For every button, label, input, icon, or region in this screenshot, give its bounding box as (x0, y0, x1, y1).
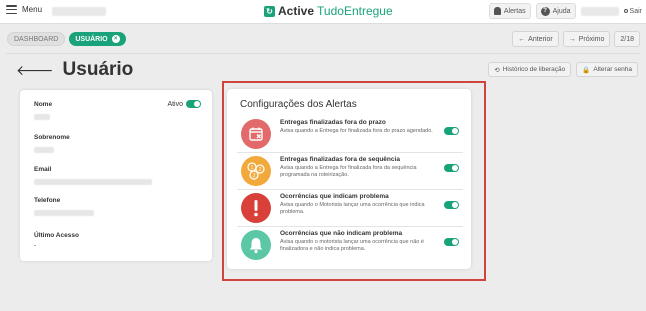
alerts-settings-card: Configurações dos Alertas Entregas final… (227, 89, 471, 269)
bell-icon (493, 7, 501, 15)
breadcrumb: DASHBOARD USUÁRIO × (7, 32, 126, 46)
field-value-sobrenome (34, 147, 54, 153)
active-toggle[interactable] (186, 100, 201, 108)
record-pager: ← Anterior → Próximo 2/18 (512, 31, 640, 47)
field-value-telefone (34, 210, 94, 216)
field-value-email (34, 179, 152, 185)
alerts-title: Configurações dos Alertas (240, 99, 357, 110)
alert-description: Avisa quando a Entrega for finalizada fo… (280, 128, 433, 134)
field-label-telefone: Telefone (34, 197, 61, 204)
logout-label: Sair (629, 7, 642, 15)
question-icon: ? (540, 6, 550, 16)
alert-item-late-delivery: Entregas finalizadas fora do prazo Avisa… (237, 116, 463, 153)
divider (6, 53, 640, 54)
calendar-x-icon (241, 119, 271, 149)
alert-item-non-problem-occurrence: Ocorrências que não indicam problema Avi… (237, 227, 463, 264)
active-label: Ativo (167, 100, 183, 108)
alert-item-out-of-sequence: 123 Entregas finalizadas fora de sequênc… (237, 153, 463, 190)
field-label-sobrenome: Sobrenome (34, 134, 70, 141)
alerts-button[interactable]: Alertas (488, 3, 531, 19)
back-arrow-icon[interactable]: 🡐 (16, 62, 54, 79)
close-icon[interactable]: × (111, 35, 120, 43)
history-button[interactable]: ⟲ Histórico de liberação (488, 62, 572, 77)
exclamation-icon (241, 193, 271, 223)
logout-button[interactable]: Sair (623, 7, 642, 15)
svg-text:3: 3 (253, 173, 256, 179)
field-label-ultimo-acesso: Último Acesso (34, 232, 79, 239)
arrow-right-icon: → (568, 35, 576, 43)
alert-title: Ocorrências que indicam problema (280, 193, 389, 200)
history-icon: ⟲ (494, 66, 500, 74)
active-switch[interactable]: Ativo (167, 100, 201, 108)
alert-item-problem-occurrence: Ocorrências que indicam problema Avisa q… (237, 190, 463, 227)
tab-dashboard-label: DASHBOARD (14, 35, 59, 43)
field-value-nome (34, 114, 50, 120)
arrow-left-icon: ← (518, 35, 526, 43)
change-password-label: Alterar senha (593, 66, 632, 73)
history-label: Histórico de liberação (502, 66, 566, 73)
brand-name-light: TudoEntregue (317, 4, 393, 18)
tab-dashboard[interactable]: DASHBOARD (7, 32, 66, 46)
alert-title: Ocorrências que não indicam problema (280, 230, 403, 237)
help-label: Ajuda (552, 7, 571, 15)
alert-toggle-late-delivery[interactable] (444, 127, 459, 135)
next-button[interactable]: → Próximo (562, 31, 611, 47)
brand-name-bold: Active (278, 4, 315, 18)
alert-description: Avisa quando o Motorista lançar uma ocor… (280, 202, 425, 215)
alert-title: Entregas finalizadas fora de sequência (280, 156, 400, 163)
page-counter: 2/18 (614, 31, 640, 47)
previous-button[interactable]: ← Anterior (512, 31, 559, 47)
svg-text:1: 1 (251, 165, 254, 171)
blurred-username (580, 6, 619, 16)
logout-icon (623, 9, 628, 13)
help-button[interactable]: ? Ajuda (535, 3, 576, 19)
menu-button[interactable]: Menu (6, 5, 42, 14)
change-password-button[interactable]: 🔒 Alterar senha (576, 62, 638, 77)
bell-icon (241, 230, 271, 260)
alert-description: Avisa quando o motorista lançar uma ocor… (280, 239, 424, 252)
brand-mark-icon: ↻ (264, 5, 275, 17)
field-label-email: Email (34, 166, 52, 173)
alert-toggle-out-of-sequence[interactable] (444, 164, 459, 172)
top-bar: Menu ↻ Active TudoEntregue Alertas ? Aju… (0, 0, 646, 24)
user-details-card: Nome Ativo Sobrenome Email Telefone Últi… (20, 90, 212, 261)
tab-usuario[interactable]: USUÁRIO × (69, 32, 126, 46)
svg-text:2: 2 (259, 167, 262, 173)
field-label-nome: Nome (34, 101, 53, 108)
page-title: Usuário (62, 59, 134, 80)
sequence-numbers-icon: 123 (241, 156, 271, 186)
previous-label: Anterior (528, 35, 553, 43)
alert-toggle-non-problem-occurrence[interactable] (444, 238, 459, 246)
menu-label: Menu (22, 5, 43, 14)
alert-title: Entregas finalizadas fora do prazo (280, 119, 386, 126)
lock-icon: 🔒 (582, 66, 591, 74)
hamburger-icon (6, 5, 17, 14)
tab-usuario-label: USUÁRIO (75, 35, 108, 43)
blurred-company-name (52, 7, 106, 16)
alert-toggle-problem-occurrence[interactable] (444, 201, 459, 209)
alerts-label: Alertas (503, 7, 526, 15)
next-label: Próximo (578, 35, 605, 43)
brand-logo: ↻ Active TudoEntregue (264, 4, 393, 18)
field-value-ultimo-acesso: - (34, 242, 37, 249)
alert-description: Avisa quando a Entrega for finalizada fo… (280, 165, 417, 178)
